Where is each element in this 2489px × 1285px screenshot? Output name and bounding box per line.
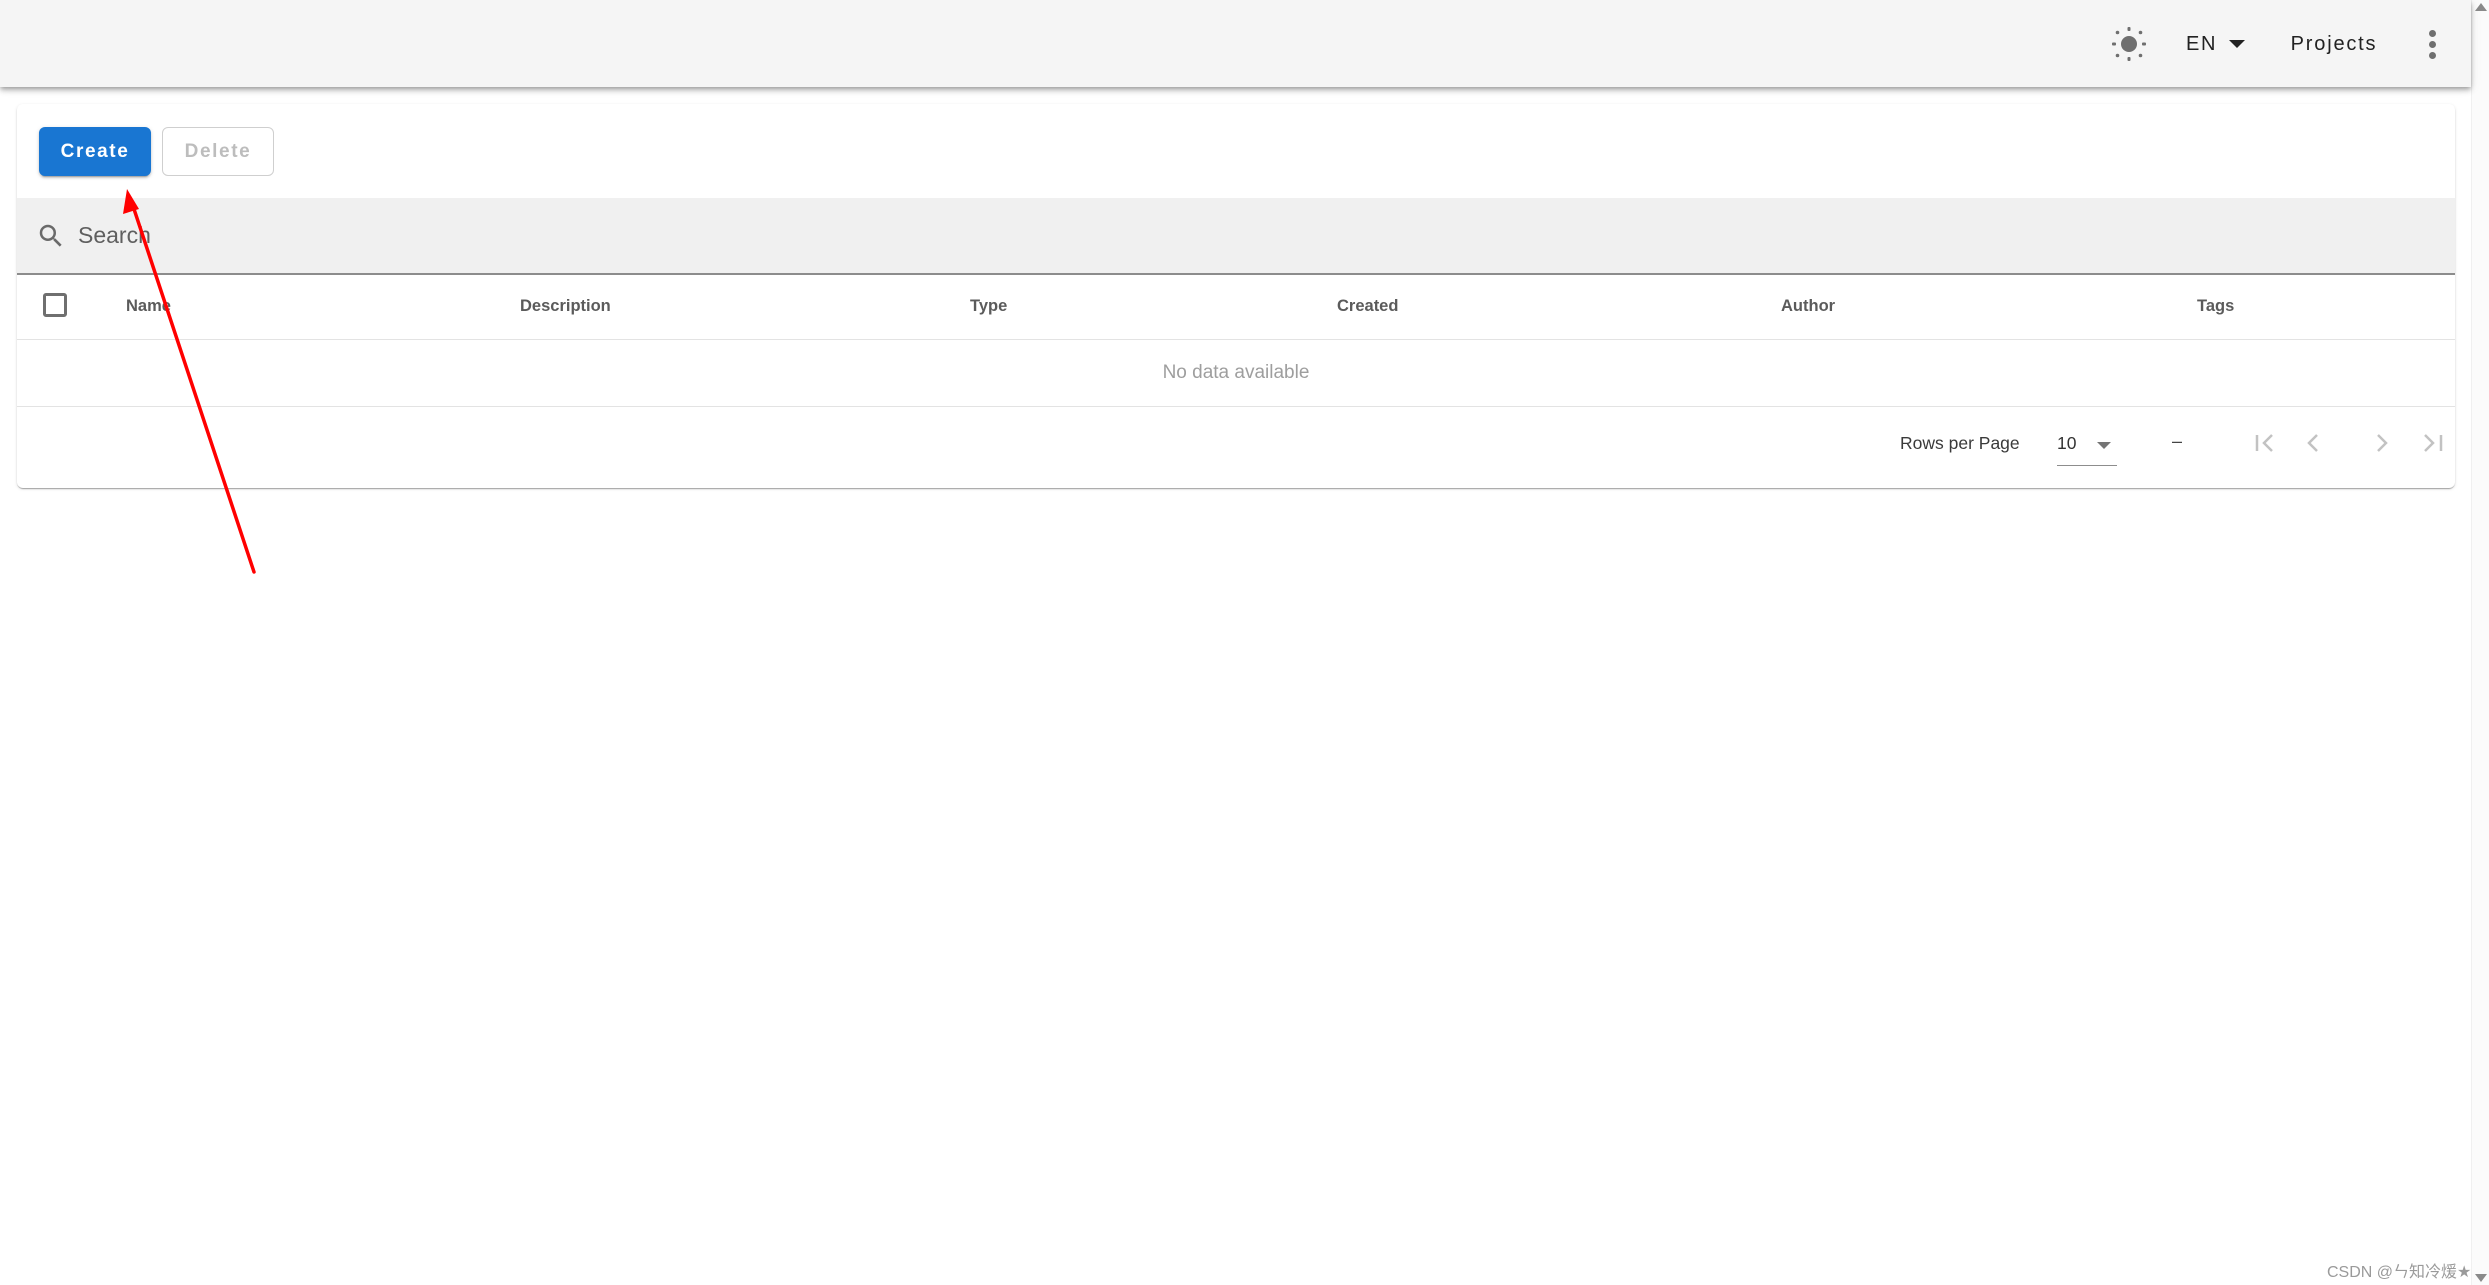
- column-header-name[interactable]: Name: [126, 275, 171, 338]
- table-header-row: Name Description Type Created Author Tag…: [17, 275, 2455, 340]
- more-vert-icon[interactable]: [2418, 24, 2446, 64]
- first-page-icon: [2255, 434, 2273, 452]
- rows-per-page-select[interactable]: 10: [2057, 425, 2117, 466]
- language-label: EN: [2186, 32, 2217, 55]
- search-icon: [39, 224, 62, 247]
- app-bar: EN Projects: [0, 0, 2471, 87]
- watermark: CSDN @ㄣ知冷煖★: [2327, 1264, 2472, 1281]
- language-select[interactable]: EN: [2176, 22, 2254, 66]
- search-bar: [17, 198, 2455, 275]
- column-header-created[interactable]: Created: [1337, 275, 1398, 338]
- rows-per-page-label: Rows per Page: [1900, 433, 2020, 453]
- page-range-info: –: [2172, 431, 2183, 451]
- chevron-down-icon: [2228, 40, 2245, 48]
- table-footer-pagination: Rows per Page 10 –: [17, 407, 2455, 488]
- search-input[interactable]: [76, 221, 680, 250]
- column-header-author[interactable]: Author: [1781, 275, 1835, 338]
- rows-per-page-value: 10: [2057, 433, 2077, 453]
- column-header-type[interactable]: Type: [970, 275, 1007, 338]
- projects-table-card: Create Delete Name Description Type Crea…: [17, 104, 2455, 488]
- last-page-button[interactable]: [2416, 423, 2448, 463]
- scroll-up-arrow-icon[interactable]: [2475, 3, 2487, 11]
- first-page-button[interactable]: [2250, 423, 2282, 463]
- column-header-tags[interactable]: Tags: [2197, 275, 2234, 338]
- select-all-checkbox[interactable]: [43, 293, 67, 317]
- chevron-down-icon: [2097, 442, 2111, 449]
- column-header-description[interactable]: Description: [520, 275, 611, 338]
- next-page-button[interactable]: [2366, 423, 2398, 463]
- no-data-message: No data available: [17, 340, 2455, 407]
- previous-page-button[interactable]: [2297, 423, 2329, 463]
- projects-button[interactable]: Projects: [2278, 22, 2390, 66]
- page-scrollbar[interactable]: [2471, 0, 2489, 1285]
- create-button[interactable]: Create: [39, 127, 151, 176]
- delete-button[interactable]: Delete: [162, 127, 274, 176]
- chevron-left-icon: [2307, 434, 2318, 452]
- scroll-down-arrow-icon[interactable]: [2475, 1274, 2487, 1282]
- chevron-right-icon: [2377, 434, 2388, 452]
- last-page-icon: [2424, 434, 2443, 452]
- theme-toggle-sun-icon[interactable]: [2111, 26, 2147, 62]
